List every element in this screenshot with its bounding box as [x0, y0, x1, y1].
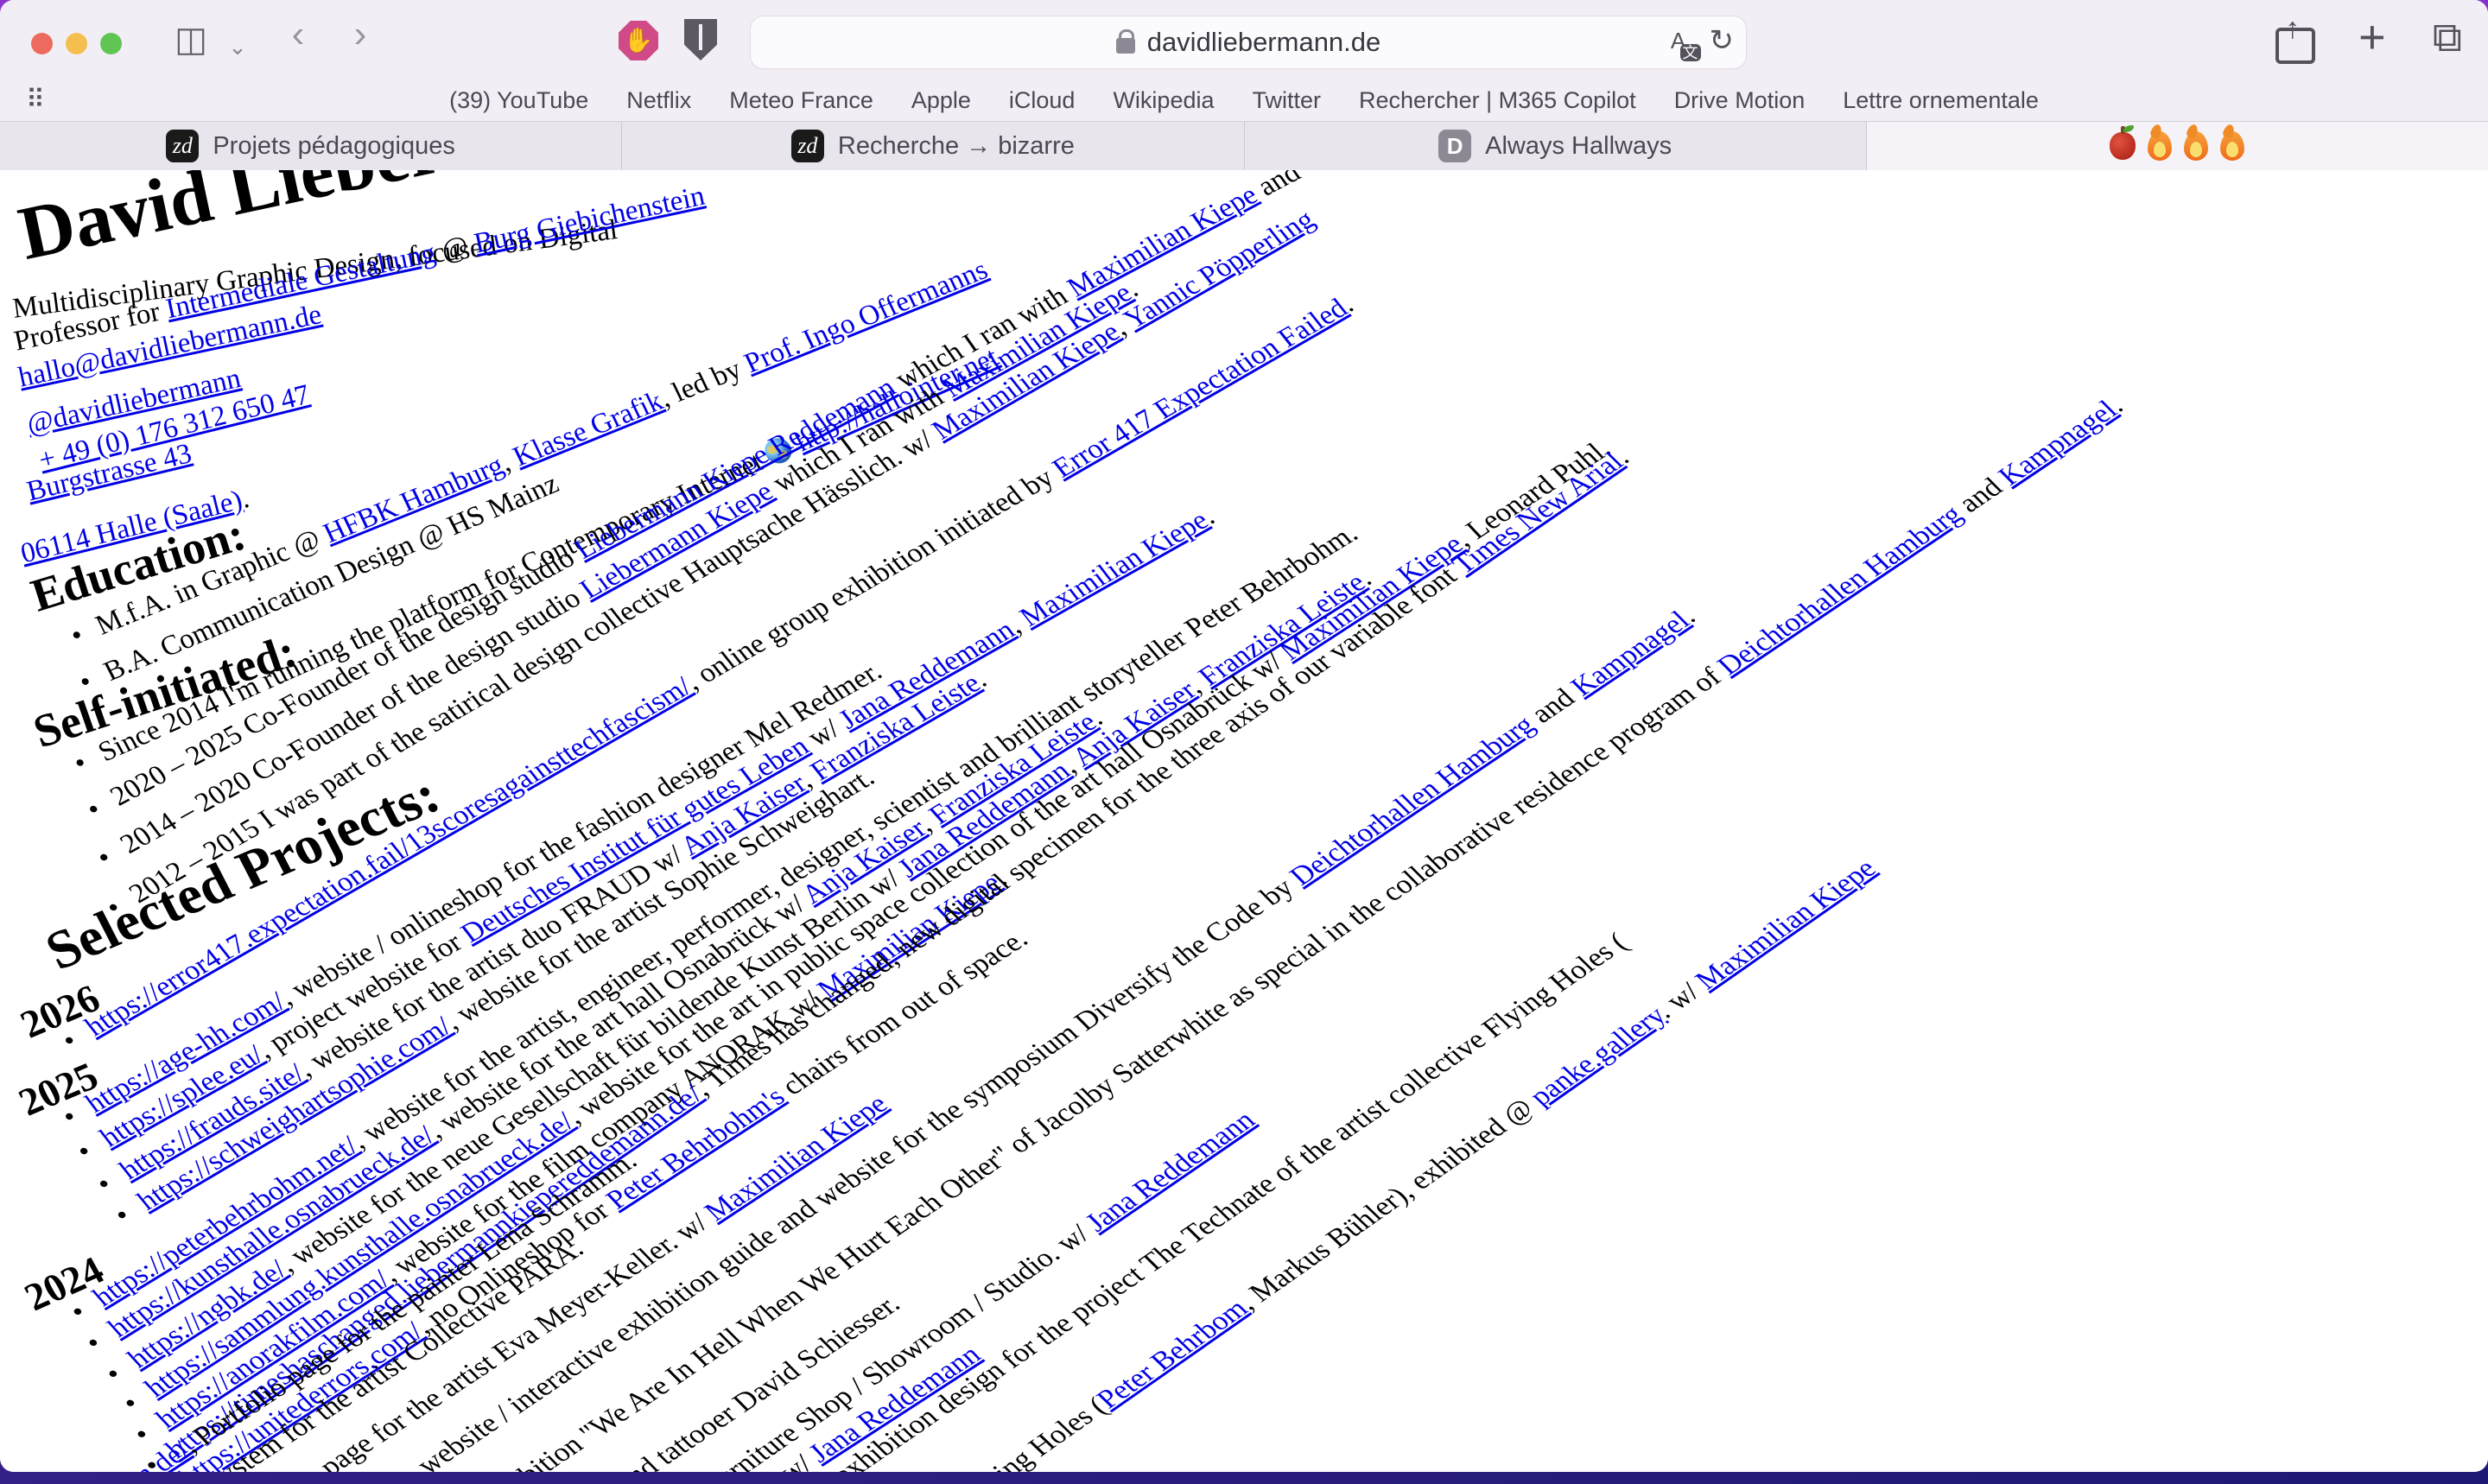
favorites-item[interactable]: Wikipedia — [1113, 87, 1214, 114]
tab-favicon: zd — [791, 130, 824, 162]
list-bullet-icon: • — [91, 843, 118, 874]
chevron-down-icon[interactable]: ⌄ — [216, 26, 259, 67]
list-bullet-icon: • — [56, 1102, 84, 1133]
tab[interactable]: D Always Hallways — [1245, 122, 1867, 170]
browser-toolbar: ◫ ⌄ ‹ › ✋ davidliebermann.de A ↻ ↑ + ⧉ — [0, 0, 2488, 79]
fire-emoji-icon — [2220, 131, 2244, 161]
close-window-button[interactable] — [31, 33, 53, 54]
tab-overview-icon[interactable]: ⧉ — [2433, 14, 2462, 62]
sidebar-toggle-icon[interactable]: ◫ — [169, 19, 213, 60]
forward-button[interactable]: › — [339, 14, 382, 55]
list-bullet-icon: • — [80, 795, 108, 826]
favorites-item[interactable]: Meteo France — [729, 87, 873, 114]
favorites-item[interactable]: Netflix — [626, 87, 691, 114]
page-content: David LiebermannMultidisciplinary Graphi… — [0, 170, 2488, 1472]
lock-icon — [1116, 38, 1135, 54]
tab-favicon: D — [1438, 130, 1471, 162]
favorites-item[interactable]: Rechercher | M365 Copilot — [1359, 87, 1636, 114]
tab-favicon: zd — [166, 130, 199, 162]
favorites-item[interactable]: iCloud — [1009, 87, 1076, 114]
content-link[interactable]: https://lenaschramm.de/ — [0, 1436, 197, 1472]
content-link[interactable]: Maximilian Kiepe — [1689, 854, 1882, 996]
list-bullet-icon: • — [79, 1329, 110, 1358]
content-link[interactable]: Peter Behrbom — [1090, 1294, 1254, 1414]
zoom-window-button[interactable] — [100, 33, 122, 54]
minimize-window-button[interactable] — [66, 33, 87, 54]
url-text: davidliebermann.de — [1147, 27, 1381, 58]
favorites-bar: ⠿ (39) YouTubeNetflixMeteo FranceAppleiC… — [0, 79, 2488, 121]
content-text: , led by — [654, 352, 752, 414]
fire-emoji-icon — [2184, 131, 2208, 161]
content-link[interactable]: Klasse Grafik — [508, 385, 668, 472]
list-bullet-icon: • — [66, 619, 89, 652]
back-button[interactable]: ‹ — [276, 14, 320, 55]
content-text: , Markus Bühler), exhibited @ — [1231, 1089, 1546, 1316]
address-bar[interactable]: davidliebermann.de A ↻ — [750, 16, 1747, 69]
favorites-item[interactable]: (39) YouTube — [449, 87, 588, 114]
list-bullet-icon: • — [116, 1390, 146, 1419]
content-link[interactable]: panke.gallery — [1523, 1002, 1671, 1112]
favorites-item[interactable]: Apple — [911, 87, 971, 114]
new-tab-button[interactable]: + — [2358, 14, 2386, 62]
favorites-item[interactable]: Lettre ornementale — [1843, 87, 2039, 114]
favorites-item[interactable]: Twitter — [1253, 87, 1322, 114]
list-bullet-icon: • — [64, 1297, 93, 1327]
share-icon[interactable]: ↑ — [2274, 14, 2312, 59]
list-bullet-icon: • — [90, 1170, 118, 1200]
tab[interactable]: zd Recherche → bizarre — [622, 122, 1244, 170]
tab-label: Projets pédagogiques — [213, 132, 455, 161]
content-link[interactable]: Kampnagel — [1992, 396, 2123, 491]
favorites-item[interactable]: Drive Motion — [1674, 87, 1806, 114]
tab-label: Always Hallways — [1485, 132, 1672, 161]
tab-bar: zd Projets pédagogiques zd Recherche → biza… — [0, 121, 2488, 171]
safari-window: ◫ ⌄ ‹ › ✋ davidliebermann.de A ↻ ↑ + ⧉ ⠿… — [0, 0, 2488, 1472]
content-link[interactable]: Deichtorhallen Hamburg — [1711, 500, 1969, 682]
apple-emoji-icon — [2110, 132, 2136, 160]
list-bullet-icon: • — [108, 1201, 137, 1231]
content-link[interactable]: Maximilian Kiepe — [1014, 505, 1215, 632]
reload-icon[interactable]: ↻ — [1710, 23, 1735, 58]
list-bullet-icon: • — [55, 1026, 84, 1056]
tab-emoji-title — [2110, 131, 2244, 161]
tab[interactable]: zd Projets pédagogiques — [0, 122, 622, 170]
translate-icon[interactable]: A — [1661, 23, 1696, 58]
list-bullet-icon: • — [71, 1137, 99, 1167]
adguard-extension-icon[interactable]: ✋ — [619, 21, 658, 60]
list-bullet-icon: • — [68, 748, 92, 780]
fire-emoji-icon — [2148, 131, 2172, 161]
tab-active[interactable] — [1867, 122, 2488, 170]
tab-label: Recherche → bizarre — [838, 132, 1075, 161]
shield-extension-icon[interactable] — [684, 19, 717, 60]
list-bullet-icon: • — [98, 1360, 129, 1389]
